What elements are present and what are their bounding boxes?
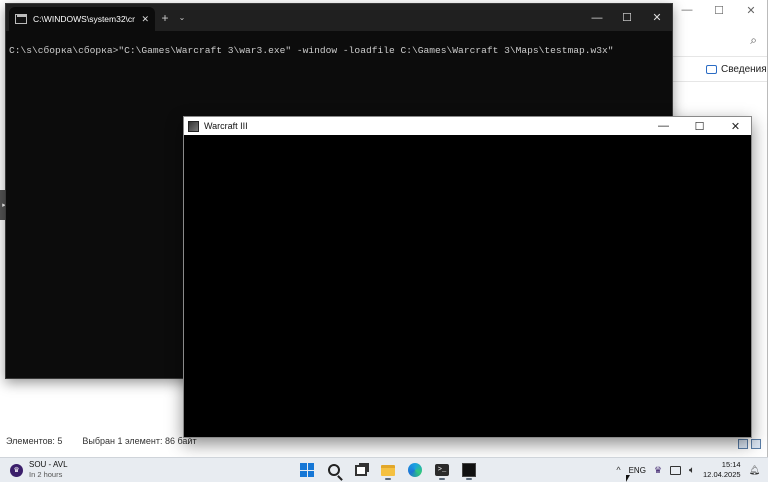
premier-league-icon: ♛	[10, 463, 23, 477]
windows-logo-icon	[300, 463, 314, 477]
terminal-output[interactable]: C:\s\сборка\сборка>"C:\Games\Warcraft 3\…	[6, 31, 672, 70]
warcraft-button[interactable]	[458, 460, 480, 480]
cmd-icon	[15, 14, 27, 24]
warcraft-icon	[462, 463, 476, 477]
premier-league-tray-icon[interactable]: ♛	[654, 465, 662, 476]
explorer-toolbar: Сведения	[672, 56, 767, 82]
status-selection: Выбран 1 элемент: 86 байт	[82, 436, 197, 446]
search-button[interactable]	[323, 460, 345, 480]
search-icon[interactable]: ⌕	[667, 30, 757, 50]
system-tray: ^ ENG ♛ 🔈︎ 15:14 12.04.2025 🔔︎	[616, 460, 760, 480]
close-icon[interactable]: ✕	[720, 117, 751, 135]
taskbar-apps: >_	[296, 460, 480, 480]
weather-widget[interactable]: ♛ SOU - AVL In 2 hours	[10, 460, 68, 480]
close-icon[interactable]: ✕	[642, 4, 672, 31]
minimize-icon[interactable]: —	[582, 4, 612, 31]
command-line: C:\s\сборка\сборка>"C:\Games\Warcraft 3\…	[9, 45, 614, 56]
folder-icon	[381, 464, 395, 476]
edge-icon	[408, 463, 422, 477]
chevron-down-icon[interactable]: ⌄	[175, 4, 189, 31]
terminal-tab[interactable]: C:\WINDOWS\system32\cmd. ✕	[9, 7, 155, 31]
tiles-view-icon[interactable]	[751, 439, 761, 449]
terminal-tab-title: C:\WINDOWS\system32\cmd.	[33, 14, 136, 24]
start-button[interactable]	[296, 460, 318, 480]
task-view-button[interactable]	[350, 460, 372, 480]
new-tab-icon[interactable]: +	[155, 4, 175, 31]
taskbar: ♛ SOU - AVL In 2 hours >_ ^ ENG ♛ 🔈︎ 15:…	[0, 457, 768, 482]
warcraft-window-title: Warcraft III	[204, 121, 248, 131]
volume-icon[interactable]: 🔈︎	[689, 465, 695, 476]
widget-subtitle: In 2 hours	[29, 470, 63, 479]
terminal-button[interactable]: >_	[431, 460, 453, 480]
tab-close-icon[interactable]: ✕	[141, 14, 149, 25]
close-icon[interactable]: ✕	[735, 0, 767, 20]
warcraft-app-icon	[188, 120, 199, 132]
file-explorer-button[interactable]	[377, 460, 399, 480]
details-button[interactable]: Сведения	[721, 64, 767, 75]
warcraft-titlebar[interactable]: Warcraft III — ☐ ✕	[184, 117, 751, 135]
titlebar-drag-area[interactable]	[189, 4, 582, 31]
search-icon	[328, 464, 340, 476]
clock-date: 12.04.2025	[703, 470, 741, 479]
view-mode-buttons	[738, 439, 761, 449]
maximize-icon[interactable]: ☐	[612, 4, 642, 31]
maximize-icon[interactable]: ☐	[703, 0, 735, 20]
warcraft-game-area[interactable]	[184, 135, 751, 437]
details-pane-icon	[706, 64, 717, 74]
notification-bell-icon[interactable]: 🔔︎	[749, 465, 760, 476]
input-language[interactable]: ENG	[629, 466, 646, 475]
terminal-icon: >_	[435, 464, 449, 476]
chevron-up-icon[interactable]: ^	[616, 465, 620, 475]
terminal-tab-bar: C:\WINDOWS\system32\cmd. ✕ + ⌄ — ☐ ✕	[6, 4, 672, 31]
status-item-count: Элементов: 5	[6, 436, 63, 446]
edge-button[interactable]	[404, 460, 426, 480]
warcraft-window: Warcraft III — ☐ ✕	[183, 116, 752, 438]
clock-time: 15:14	[721, 460, 741, 469]
explorer-window-controls: — ☐ ✕	[671, 0, 767, 20]
minimize-icon[interactable]: —	[671, 0, 703, 20]
minimize-icon[interactable]: —	[648, 117, 679, 135]
mouse-cursor-icon	[626, 475, 630, 482]
maximize-icon[interactable]: ☐	[684, 117, 715, 135]
task-view-icon	[355, 464, 367, 476]
clock[interactable]: 15:14 12.04.2025	[703, 460, 741, 480]
network-icon[interactable]	[670, 465, 682, 475]
widget-title: SOU - AVL	[29, 460, 68, 469]
details-view-icon[interactable]	[738, 439, 748, 449]
